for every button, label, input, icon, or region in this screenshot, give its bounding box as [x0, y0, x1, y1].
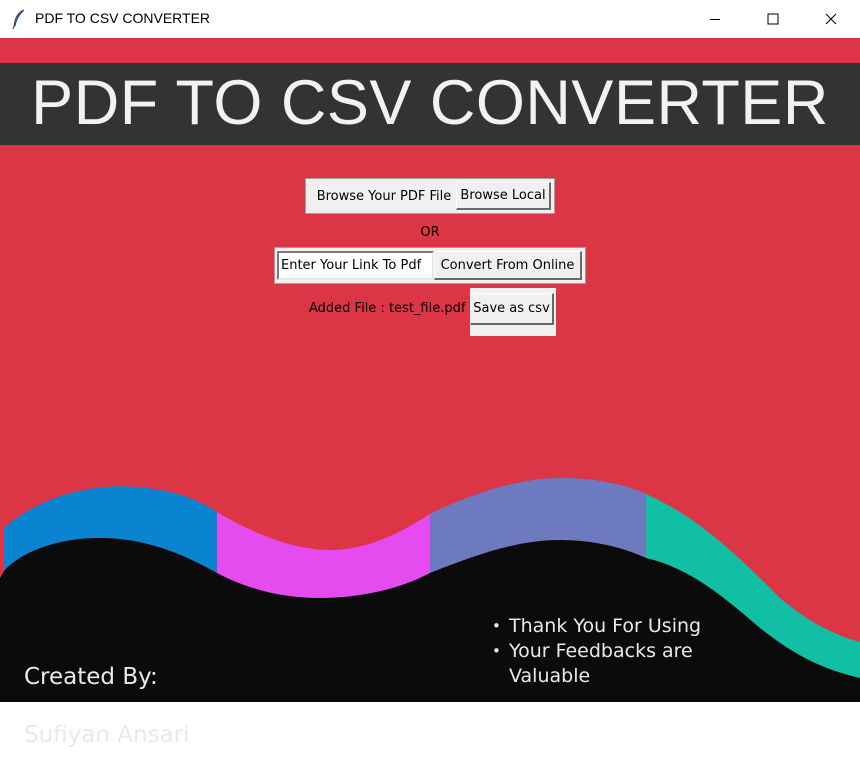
app-client-area: PDF TO CSV CONVERTER Browse Your PDF Fil…: [0, 38, 860, 748]
thanks-list: Thank You For Using Your Feedbacks are V…: [492, 614, 701, 689]
online-row: Convert From Online: [274, 247, 586, 284]
list-item: Thank You For Using: [492, 614, 701, 639]
save-csv-button[interactable]: Save as csv: [470, 293, 554, 325]
close-icon: [825, 13, 837, 25]
credit-line-1: Created By:: [24, 664, 158, 690]
maximize-icon: [767, 13, 779, 25]
feather-icon: [12, 9, 25, 29]
close-button[interactable]: [802, 0, 860, 38]
window-titlebar: PDF TO CSV CONVERTER: [0, 0, 860, 38]
app-heading: PDF TO CSV CONVERTER: [31, 68, 829, 138]
credit-line-2: Sufiyan Ansari: [24, 722, 190, 748]
convert-online-button[interactable]: Convert From Online: [434, 251, 582, 280]
wave-band-magenta: [217, 512, 430, 598]
added-file-label: Added File : test_file.pdf: [309, 301, 466, 316]
minimize-button[interactable]: [686, 0, 744, 38]
or-separator: OR: [420, 225, 440, 240]
browse-pdf-label: Browse Your PDF File: [316, 189, 452, 204]
list-item: Your Feedbacks are: [492, 639, 701, 664]
window-title: PDF TO CSV CONVERTER: [35, 10, 211, 26]
minimize-icon: [710, 19, 720, 20]
list-item: Valuable: [509, 665, 591, 687]
save-panel: Save as csv: [470, 288, 556, 336]
credit-text: Created By: Sufiyan Ansari: [24, 634, 190, 779]
header-banner: PDF TO CSV CONVERTER: [0, 63, 860, 145]
browse-local-button[interactable]: Browse Local: [456, 182, 551, 210]
maximize-button[interactable]: [744, 0, 802, 38]
pdf-link-input[interactable]: [277, 251, 434, 280]
browse-row: Browse Your PDF File Browse Local: [305, 178, 555, 214]
